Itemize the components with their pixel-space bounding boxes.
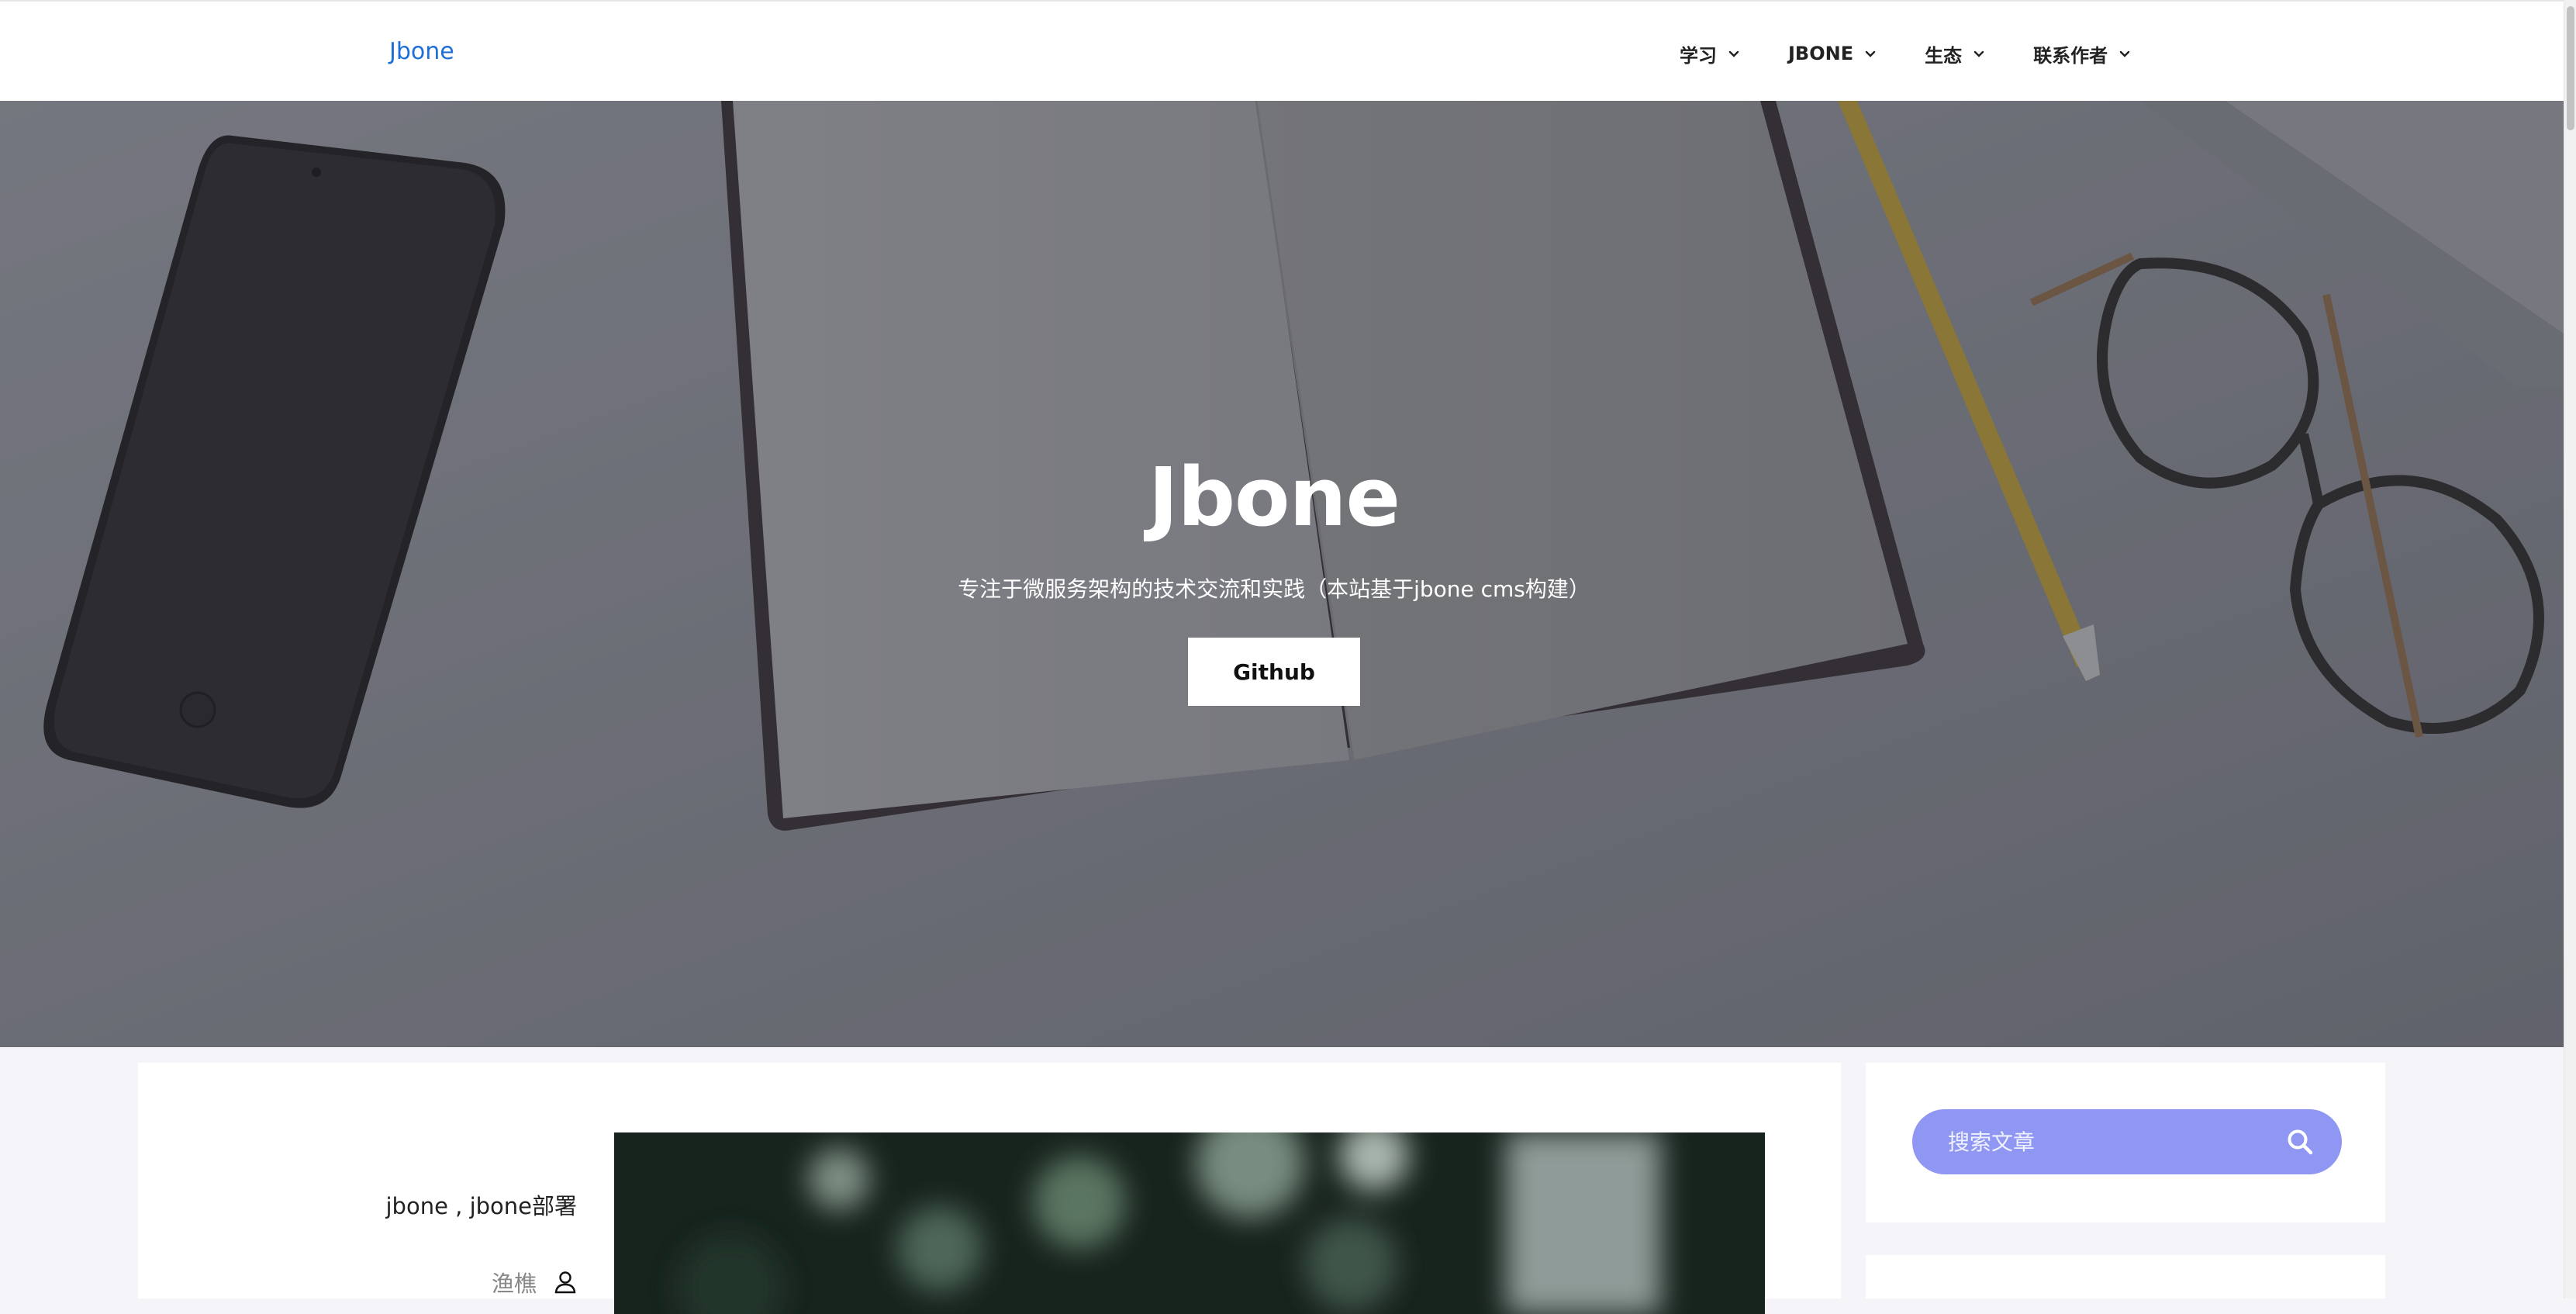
sidebar-widget-card: [1866, 1255, 2385, 1298]
post-author[interactable]: 渔樵: [492, 1266, 577, 1298]
post-tags[interactable]: jbone , jbone部署: [385, 1188, 577, 1221]
nav-item-ecosystem[interactable]: 生态: [1925, 40, 1987, 67]
top-navbar: Jbone 学习 JBONE 生态 联系作者: [0, 0, 2564, 101]
chevron-down-icon: [2119, 50, 2130, 57]
nav-item-contact-author[interactable]: 联系作者: [2033, 40, 2132, 67]
nav-item-label: 学习: [1680, 44, 1717, 67]
chevron-down-icon: [1865, 50, 1876, 57]
chevron-down-icon: [1728, 50, 1739, 57]
nav-item-learn[interactable]: 学习: [1680, 40, 1742, 67]
chevron-down-icon: [1973, 50, 1984, 57]
sidebar-search-card: [1866, 1063, 2385, 1222]
post-author-name: 渔樵: [491, 1271, 537, 1297]
hero-title: Jbone: [1148, 450, 1400, 545]
post-thumbnail-graphic: [614, 1132, 1765, 1314]
hero-subtitle: 专注于微服务架构的技术交流和实践（本站基于jbone cms构建）: [958, 576, 1590, 602]
post-thumbnail-image[interactable]: [614, 1132, 1765, 1314]
nav-item-label: 生态: [1925, 44, 1963, 67]
github-button[interactable]: Github: [1188, 638, 1360, 706]
nav-item-label: JBONE: [1788, 43, 1854, 64]
site-brand-link[interactable]: Jbone: [389, 38, 454, 65]
search-box: [1912, 1109, 2342, 1174]
search-icon[interactable]: [2286, 1128, 2314, 1156]
scrollbar-thumb[interactable]: [2567, 6, 2574, 130]
user-icon: [554, 1271, 576, 1294]
post-card: jbone , jbone部署 渔樵: [138, 1063, 1841, 1314]
page-scrollbar[interactable]: [2564, 0, 2576, 1298]
nav-item-label: 联系作者: [2033, 44, 2108, 67]
nav-item-jbone[interactable]: JBONE: [1788, 43, 1878, 64]
main-nav-menu: 学习 JBONE 生态 联系作者: [1680, 40, 2132, 67]
content-area: jbone , jbone部署 渔樵: [0, 1047, 2564, 1314]
hero-banner: Jbone 专注于微服务架构的技术交流和实践（本站基于jbone cms构建） …: [0, 101, 2564, 1047]
search-input[interactable]: [1946, 1109, 2272, 1174]
